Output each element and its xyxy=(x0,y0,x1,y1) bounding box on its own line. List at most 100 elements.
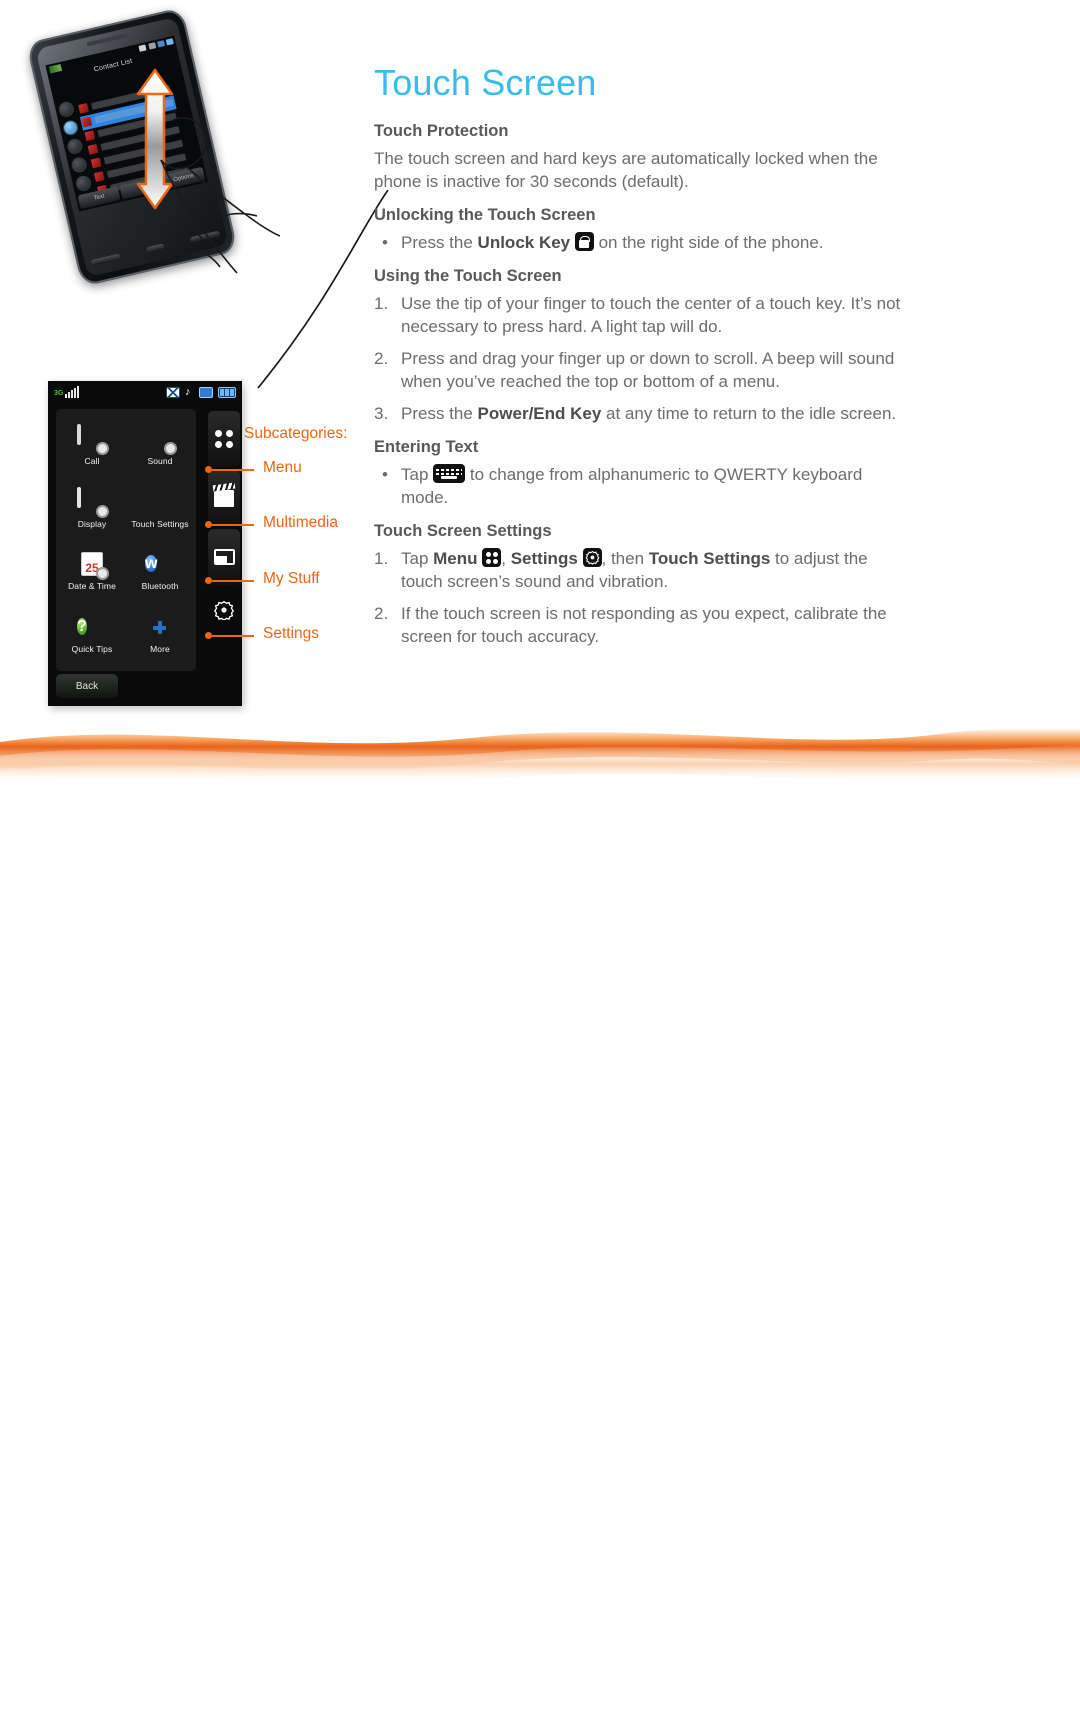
callout-dot xyxy=(205,632,212,639)
scroll-arrow-icon xyxy=(136,68,174,210)
lock-icon xyxy=(574,232,594,251)
more-icon xyxy=(145,614,175,642)
multimedia-film-icon xyxy=(214,489,234,507)
number-marker: 1. xyxy=(374,294,389,313)
heading-unlocking: Unlocking the Touch Screen xyxy=(374,206,596,224)
quick-tips-icon: ? xyxy=(77,617,87,635)
sound-settings-icon xyxy=(145,426,177,456)
tab-menu[interactable] xyxy=(208,411,240,467)
tab-settings[interactable] xyxy=(208,588,240,632)
tab-multimedia[interactable] xyxy=(208,470,240,526)
number-marker: 2. xyxy=(374,349,389,368)
menu-dots-icon xyxy=(215,430,233,448)
settings-menu-screenshot: 3G ♪ Call Sound Display Touch Settings 2… xyxy=(48,381,242,706)
back-button[interactable]: Back xyxy=(56,674,118,698)
number-marker: 1. xyxy=(374,549,389,568)
menu-item-sound[interactable]: Sound xyxy=(126,415,194,478)
heading-touch-screen-settings: Touch Screen Settings xyxy=(374,522,552,540)
callout-subcategories: Subcategories: xyxy=(244,425,348,442)
menu-item-quick-tips[interactable]: ? Quick Tips xyxy=(58,603,126,666)
menu-item-label: Touch Settings xyxy=(131,518,189,529)
callout-menu: Menu xyxy=(205,459,302,477)
text-run: If the touch screen is not responding as… xyxy=(401,604,887,646)
callout-dot xyxy=(205,577,212,584)
callout-settings: Settings xyxy=(205,625,319,643)
callout-line xyxy=(212,580,254,582)
menu-status-bar: 3G ♪ xyxy=(48,381,242,403)
signal-3g-icon: 3G xyxy=(54,386,80,398)
menu-item-touch-settings[interactable]: Touch Settings xyxy=(126,478,194,541)
list-item: 3. Press the Power/End Key at any time t… xyxy=(374,402,904,425)
settings-gear-icon xyxy=(214,600,234,620)
list-item: 1. Use the tip of your finger to touch t… xyxy=(374,292,904,338)
manual-page: Contact List Text Options 3G ♪ Call Soun… xyxy=(0,0,1080,1725)
text-run: Use the tip of your finger to touch the … xyxy=(401,294,901,336)
battery-icon xyxy=(218,386,236,398)
bluetooth-icon: w xyxy=(145,555,158,573)
heading-entering-text: Entering Text xyxy=(374,438,479,456)
leader-line xyxy=(257,190,389,389)
callout-dot xyxy=(205,466,212,473)
text-bold-menu: Menu xyxy=(433,549,478,568)
paragraph-touch-protection: The touch screen and hard keys are autom… xyxy=(374,149,878,191)
list-unlocking: • Press the Unlock Key on the right side… xyxy=(374,231,904,254)
text-bold: Power/End Key xyxy=(477,404,602,423)
text-run: Tap xyxy=(401,549,434,568)
tab-my-stuff[interactable] xyxy=(208,529,240,585)
text-run: on the right side of the phone. xyxy=(593,233,824,252)
menu-item-call[interactable]: Call xyxy=(58,415,126,478)
call-settings-icon xyxy=(77,424,109,456)
bullet-marker: • xyxy=(382,233,388,252)
text-run: Press the xyxy=(401,404,478,423)
date-time-icon: 25 xyxy=(77,551,109,581)
settings-icon-grid[interactable]: Call Sound Display Touch Settings 25 Dat… xyxy=(56,409,196,671)
my-stuff-folder-icon xyxy=(213,549,235,565)
callout-line xyxy=(212,469,254,471)
menu-dots-icon xyxy=(482,548,502,567)
menu-item-bluetooth[interactable]: w Bluetooth xyxy=(126,540,194,603)
text-run: , xyxy=(501,549,511,568)
text-run: at any time to return to the idle screen… xyxy=(601,404,897,423)
text-bold-settings: Settings xyxy=(510,549,578,568)
category-tab-strip[interactable] xyxy=(208,411,240,635)
keyboard-icon xyxy=(433,464,466,483)
message-icon xyxy=(166,386,180,398)
menu-item-more[interactable]: More xyxy=(126,603,194,666)
menu-item-label: Date & Time xyxy=(68,581,116,592)
text-bold-touch-settings: Touch Settings xyxy=(648,549,771,568)
callout-dot xyxy=(205,521,212,528)
list-item: • Press the Unlock Key on the right side… xyxy=(374,231,904,254)
window-icon xyxy=(199,386,213,398)
gear-icon xyxy=(582,548,602,567)
heading-using: Using the Touch Screen xyxy=(374,267,562,285)
number-marker: 2. xyxy=(374,604,389,623)
callout-multimedia: Multimedia xyxy=(205,514,338,532)
callout-line xyxy=(212,635,254,637)
article-body: Touch Screen Touch Protection The touch … xyxy=(374,62,904,657)
menu-item-display[interactable]: Display xyxy=(58,478,126,541)
list-item: 2. Press and drag your finger up or down… xyxy=(374,347,904,393)
heading-touch-protection: Touch Protection xyxy=(374,122,509,140)
decorative-wave xyxy=(0,728,1080,784)
menu-item-label: Quick Tips xyxy=(71,643,113,654)
menu-item-date-time[interactable]: 25 Date & Time xyxy=(58,540,126,603)
text-run: Press and drag your finger up or down to… xyxy=(401,349,895,391)
text-run: to change from alphanumeric to QWERTY ke… xyxy=(401,465,863,507)
list-touch-screen-settings: 1. Tap Menu , Settings , then Touch Sett… xyxy=(374,547,904,648)
number-marker: 3. xyxy=(374,404,389,423)
callout-my-stuff: My Stuff xyxy=(205,570,320,588)
touch-settings-icon xyxy=(145,489,175,517)
page-title: Touch Screen xyxy=(374,62,597,103)
menu-item-label: More xyxy=(150,643,170,654)
text-run: , then xyxy=(601,549,649,568)
text-run: Press the xyxy=(401,233,478,252)
menu-status-icons: ♪ xyxy=(166,385,236,398)
list-entering-text: • Tap to change from alphanumeric to QWE… xyxy=(374,463,904,509)
callout-line xyxy=(212,524,254,526)
menu-item-label: Call xyxy=(84,456,100,467)
music-note-icon: ♪ xyxy=(185,385,191,398)
bullet-marker: • xyxy=(382,465,388,484)
display-settings-icon xyxy=(77,486,109,518)
text-bold: Unlock Key xyxy=(477,233,571,252)
menu-item-label: Display xyxy=(77,518,107,529)
